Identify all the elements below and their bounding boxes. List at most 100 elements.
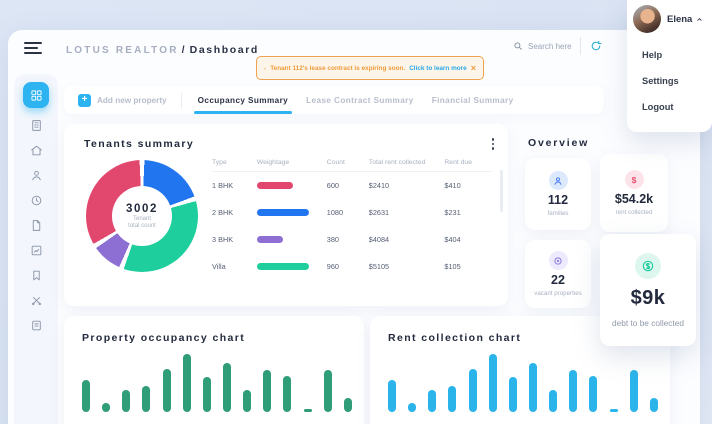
cell-total-rent: $2631 <box>369 208 445 217</box>
debt-icon <box>635 253 661 279</box>
chart-bar <box>263 370 271 412</box>
chart-bar <box>183 354 191 412</box>
chart-bar <box>102 403 110 412</box>
tools-icon <box>30 294 43 307</box>
alert-text: Tenant 112's lease contract is expiring … <box>270 65 405 72</box>
menu-item-settings[interactable]: Settings <box>642 76 679 86</box>
cell-count: 380 <box>327 235 369 244</box>
sidebar-item-tenants[interactable] <box>24 167 48 183</box>
overview-card-vacant-properties: 22 vacant properties <box>525 240 591 308</box>
cell-weightage <box>257 182 327 189</box>
hamburger-menu-icon[interactable] <box>24 42 42 55</box>
cell-type: 2 BHK <box>212 208 257 217</box>
user-dropdown-menu: Elena Help Settings Logout <box>627 0 712 132</box>
chart-bar <box>589 376 597 412</box>
chart-bar <box>388 380 396 412</box>
cell-type: 1 BHK <box>212 181 257 190</box>
sync-icon[interactable] <box>590 39 602 57</box>
page-title: Dashboard <box>190 44 259 56</box>
overview-card-debt: $9k debt to be collected <box>600 234 696 346</box>
kebab-menu-icon[interactable] <box>490 136 497 152</box>
tenants-table: Type Weightage Count Total rent collecte… <box>212 154 492 280</box>
brand-name: LOTUS REALTOR <box>66 45 179 56</box>
sidebar-item-documents[interactable] <box>24 217 48 233</box>
chart-bar <box>142 386 150 412</box>
rent-collection-bars <box>388 354 658 412</box>
sidebar <box>14 74 58 424</box>
chart-bar <box>549 390 557 412</box>
donut-total: 3002 <box>126 203 158 215</box>
families-value: 112 <box>548 193 568 207</box>
rent-chart-title: Rent collection chart <box>388 332 521 344</box>
sidebar-item-tools[interactable] <box>24 292 48 308</box>
tab-financial-summary[interactable]: Financial Summary <box>430 88 516 113</box>
alert-close-icon[interactable]: × <box>471 63 476 73</box>
cell-total-rent: $5105 <box>369 262 445 271</box>
dollar-icon: $ <box>625 170 644 189</box>
chart-bar <box>203 377 211 412</box>
tenants-table-header: Type Weightage Count Total rent collecte… <box>212 154 492 172</box>
sidebar-item-bookmarks[interactable] <box>24 267 48 283</box>
chart-bar <box>529 363 537 412</box>
search-icon <box>513 41 523 51</box>
avatar[interactable] <box>633 5 661 33</box>
sidebar-item-properties[interactable] <box>24 117 48 133</box>
cell-type: 3 BHK <box>212 235 257 244</box>
documents-icon <box>30 219 43 232</box>
chart-bar <box>469 369 477 412</box>
bookmarks-icon <box>30 269 43 282</box>
tab-lease-contract-summary[interactable]: Lease Contract Summary <box>304 88 416 113</box>
chart-bar <box>428 390 436 412</box>
notes-icon <box>30 319 43 332</box>
rent-collected-label: rent collected <box>616 209 653 216</box>
alert-link[interactable]: Click to learn more <box>409 65 467 72</box>
tab-divider <box>181 93 182 108</box>
chevron-up-icon <box>696 16 703 23</box>
weightage-bar <box>257 209 309 216</box>
search-input[interactable]: Search here <box>513 41 572 51</box>
alert-banner: Tenant 112's lease contract is expiring … <box>256 56 484 80</box>
families-label: families <box>548 210 569 217</box>
sidebar-item-history[interactable] <box>24 192 48 208</box>
chart-bar <box>650 398 658 412</box>
table-scrollbar[interactable] <box>500 170 503 212</box>
table-row: 2 BHK1080$2631$231 <box>212 199 492 226</box>
topbar-divider <box>580 37 581 55</box>
tab-occupancy-summary[interactable]: Occupancy Summary <box>196 88 291 113</box>
add-property-button[interactable]: + Add new property <box>78 94 167 107</box>
table-row: 3 BHK380$4084$404 <box>212 226 492 253</box>
chart-bar <box>82 380 90 412</box>
sidebar-item-reports[interactable] <box>24 242 48 258</box>
occupancy-chart-title: Property occupancy chart <box>82 332 245 344</box>
warning-icon <box>264 64 266 73</box>
weightage-bar <box>257 263 309 270</box>
overview-card-rent-collected: $ $54.2k rent collected <box>600 154 668 232</box>
user-icon <box>549 171 568 190</box>
cell-rent-due: $231 <box>444 208 492 217</box>
reports-icon <box>30 244 43 257</box>
breadcrumb: LOTUS REALTOR/Dashboard <box>66 44 259 56</box>
vacant-properties-label: vacant properties <box>534 290 581 297</box>
table-row: 1 BHK600$2410$410 <box>212 172 492 199</box>
sidebar-item-home[interactable] <box>24 142 48 158</box>
chart-bar <box>630 370 638 412</box>
rent-collected-value: $54.2k <box>615 192 653 206</box>
building-dot-icon <box>549 251 568 270</box>
cell-rent-due: $410 <box>444 181 492 190</box>
cell-weightage <box>257 209 327 216</box>
overview-card-families: 112 families <box>525 158 591 230</box>
chart-bar <box>304 409 312 412</box>
sidebar-item-notes[interactable] <box>24 317 48 333</box>
user-name-button[interactable]: Elena <box>667 14 703 25</box>
occupancy-bars <box>82 354 352 412</box>
cell-weightage <box>257 236 327 243</box>
menu-item-help[interactable]: Help <box>642 50 662 60</box>
tab-strip: + Add new property Occupancy Summary Lea… <box>64 86 604 114</box>
tenants-summary-title: Tenants summary <box>84 138 194 150</box>
chart-bar <box>243 390 251 412</box>
home-icon <box>30 144 43 157</box>
menu-item-logout[interactable]: Logout <box>642 102 674 112</box>
cell-weightage <box>257 263 327 270</box>
chart-bar <box>223 363 231 412</box>
sidebar-item-dashboard[interactable] <box>23 82 49 108</box>
